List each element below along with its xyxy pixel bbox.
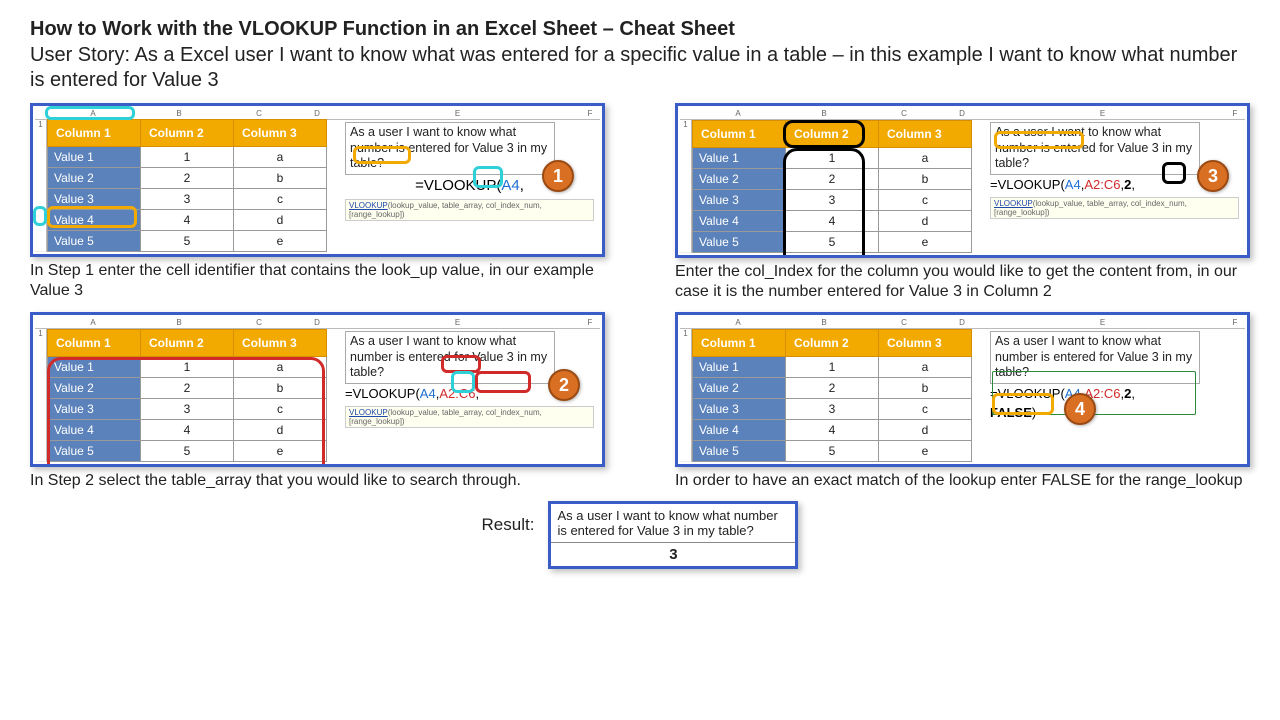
formula-seg-lookup: A4 [501,177,519,194]
step-2: ABCDEF 1 Column 1Column 2Column 3 Value … [30,312,605,495]
col-D: D [299,108,335,119]
column-headers: ABCDEF [35,317,600,329]
excel-panel-2: ABCDEF 1 Column 1Column 2Column 3 Value … [30,312,605,467]
cell: a [234,147,327,168]
col-E: E [335,108,580,119]
step-badge-4: 4 [1064,393,1096,425]
col-B: B [139,108,219,119]
cell: 4 [141,210,234,231]
result-question: As a user I want to know what number is … [551,504,795,543]
excel-panel-1: A B C D E F 1 Column 1Column 2Column 3 V… [30,103,605,257]
cell: 3 [141,189,234,210]
col-F: F [580,108,600,119]
col-A: A [47,108,139,119]
cell: 5 [141,231,234,252]
step-badge-3: 3 [1197,160,1229,192]
formula-step4-line1: =VLOOKUP(A4,A2:C6,2, [990,384,1239,403]
cell: b [234,168,327,189]
cell-value: Value 3 [48,189,141,210]
data-table: Column 1Column 2Column 3 Value 11a Value… [47,329,327,462]
column-headers: ABCDEF [680,108,1245,120]
header-col2: Column 2 [141,120,234,147]
header-col1: Column 1 [48,120,141,147]
cell: d [234,210,327,231]
formula-tooltip: VLOOKUP(lookup_value, table_array, col_i… [345,406,594,428]
tooltip-fn: VLOOKUP [349,201,388,210]
user-note: As a user I want to know what number is … [345,122,555,175]
user-note: As a user I want to know what number is … [990,122,1200,175]
result-section: Result: As a user I want to know what nu… [30,501,1250,569]
formula-tooltip: VLOOKUP(lookup_value, table_array, col_i… [345,199,594,221]
cell-value: Value 2 [48,168,141,189]
cell: c [234,189,327,210]
step-1-caption: In Step 1 enter the cell identifier that… [30,261,605,301]
user-note: As a user I want to know what number is … [990,331,1200,384]
excel-panel-4: ABCDEF 1 Column 1Column 2Column 3 Value … [675,312,1250,467]
formula-step4-line2: FALSE) [990,403,1239,422]
step-3: ABCDEF 1 Column 1Column 2Column 3 Value … [675,103,1250,306]
user-note: As a user I want to know what number is … [345,331,555,384]
header-col3: Column 3 [234,120,327,147]
formula-tooltip: VLOOKUP(lookup_value, table_array, col_i… [990,197,1239,219]
result-panel: As a user I want to know what number is … [548,501,798,569]
data-table: Column 1Column 2Column 3 Value 11a Value… [47,119,327,252]
step-4: ABCDEF 1 Column 1Column 2Column 3 Value … [675,312,1250,495]
cell: e [234,231,327,252]
step-3-caption: Enter the col_Index for the column you w… [675,262,1250,302]
cell: 1 [141,147,234,168]
cell-value: Value 5 [48,231,141,252]
step-badge-2: 2 [548,369,580,401]
cell: 2 [141,168,234,189]
row-num: 1 [35,120,47,252]
column-headers: ABCDEF [680,317,1245,329]
data-table: Column 1Column 2Column 3 Value 11a Value… [692,120,972,253]
result-answer: 3 [551,543,795,566]
formula-false-arg: FALSE [990,405,1032,420]
result-label: Result: [482,501,535,535]
formula-seg: , [520,177,524,194]
formula-seg: =VLOOKUP( [415,177,501,194]
formula-seg-range: A2:C6 [439,386,475,401]
user-story: User Story: As a Excel user I want to kn… [30,43,1250,93]
cell-value: Value 4 [48,210,141,231]
step-2-caption: In Step 2 select the table_array that yo… [30,471,605,491]
step-4-caption: In order to have an exact match of the l… [675,471,1250,491]
col-C: C [219,108,299,119]
step-badge-1: 1 [542,160,574,192]
data-table: Column 1Column 2Column 3 Value 11a Value… [692,329,972,462]
page-title: How to Work with the VLOOKUP Function in… [30,18,1250,41]
cell-value: Value 1 [48,147,141,168]
step-1: A B C D E F 1 Column 1Column 2Column 3 V… [30,103,605,306]
excel-panel-3: ABCDEF 1 Column 1Column 2Column 3 Value … [675,103,1250,258]
